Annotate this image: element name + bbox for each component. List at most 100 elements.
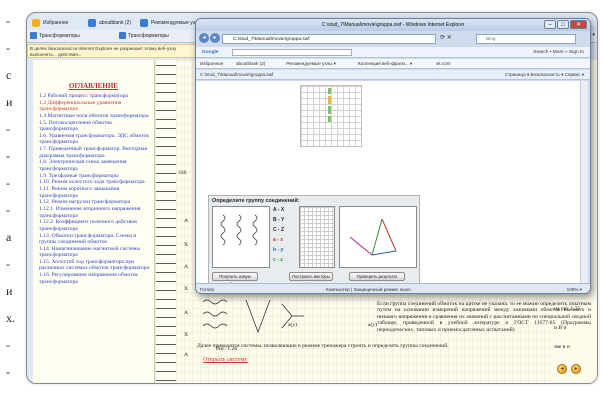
toc-item[interactable]: 1.15. Холостой ход трансформатора при ра… [33, 259, 154, 272]
tab-icon [88, 19, 96, 27]
book-marker: A [184, 264, 189, 270]
tab-icon [140, 19, 148, 27]
browser-tab[interactable]: Избранное [29, 16, 68, 30]
toc-item[interactable]: 1.10. Режим холостого хода трансформатор… [33, 179, 154, 185]
search-placeholder: Bing [486, 37, 496, 42]
vertical-scrollbar[interactable] [580, 81, 588, 283]
next-page-button[interactable]: ▸ [571, 364, 581, 374]
margin-char: - [6, 122, 10, 136]
tab-icon [32, 19, 40, 27]
toc-item[interactable]: 1.12.1. Изменение вторичного напряжения … [33, 206, 154, 219]
coil-icon [220, 214, 258, 246]
toc-item[interactable]: 1.11. Режим короткого замыкания трансфор… [33, 186, 154, 199]
toc-item[interactable]: 1.13. Обмотки трансформатора. Схемы и гр… [33, 233, 154, 246]
refresh-icon[interactable]: ⟳ ✕ [440, 34, 452, 41]
toc-list: 1.2 Рабочий процесс трансформатора 1.3 Ди… [33, 93, 154, 285]
ie-status-bar: Готово Компьютер | Защищенный режим: вык… [196, 283, 590, 293]
prev-page-button[interactable]: ◂ [557, 364, 567, 374]
toc-item[interactable]: 1.14. Намагничивание магнитной системы т… [33, 246, 154, 259]
browser-tab[interactable]: Рекомендуемые узлы [137, 16, 202, 30]
book-marker: A [184, 352, 189, 358]
figure-label-1: a(y) [288, 322, 298, 328]
google-search-input[interactable] [232, 49, 352, 56]
connection-label[interactable]: C - Z [273, 227, 284, 233]
connection-label[interactable]: A - X [273, 207, 284, 213]
favorites-item[interactable]: Рекомендуемые узлы ▾ [286, 59, 336, 69]
notebook-spiral [156, 60, 176, 383]
toc-item[interactable]: 1.8. Электрическая схема замещения транс… [33, 159, 154, 172]
page-icon [119, 32, 126, 39]
flash-grid[interactable] [300, 85, 362, 147]
book-marker: A [184, 218, 189, 224]
toc-heading: ОГЛАВЛЕНИЕ [69, 82, 118, 90]
favorites-item[interactable]: aboutblank (2) [236, 59, 265, 69]
toolbar-tab-1[interactable]: Трансформаторы [30, 32, 80, 39]
toc-item[interactable]: 1.3 Дифференциальные уравнения трансформ… [33, 100, 154, 113]
toc-item[interactable]: 1.2 Рабочий процесс трансформатора [33, 93, 154, 99]
build-vectors-button[interactable]: Построить векторы Y/Y→Y [289, 272, 333, 287]
book-paragraph: Если группа соединений обмоток на щитке … [377, 301, 591, 333]
phase-grid[interactable] [299, 206, 335, 268]
screenshot-frame: Избранное aboutblank (2) Рекомендуемые узл… [26, 12, 598, 384]
address-bar[interactable]: C:\stud_7\Manual\movie\gruppa.swf [222, 34, 436, 44]
connection-label[interactable]: B - Y [273, 217, 284, 223]
ie-window: C:\stud_7\Manual\movie\gruppa.swf - Wind… [195, 18, 591, 294]
zoom-level[interactable]: 100% ▾ [567, 284, 582, 293]
margin-char: и [6, 95, 13, 109]
toc-item[interactable]: 1.12. Режим нагрузки трансформатора [33, 199, 154, 205]
coil-box[interactable] [212, 206, 270, 268]
check-result-button[interactable]: Проверить результат [349, 272, 405, 281]
favorites-item[interactable]: Коллекция веб-фрагм... ▾ [358, 59, 412, 69]
google-right-links[interactable]: Search • More » Sign In [533, 47, 584, 58]
favorites-item[interactable]: Избранное [200, 59, 223, 69]
connection-label[interactable]: b - y [273, 247, 283, 253]
margin-char: а [6, 230, 12, 244]
page: - - с и - - - - а - и х. - - Избранное aboutblank (2) Р… [0, 0, 604, 416]
vector-diagram-svg [349, 218, 397, 256]
back-icon[interactable]: ◂ [199, 33, 209, 43]
ie-title: C:\stud_7\Manual\movie\gruppa.swf - Wind… [321, 22, 465, 28]
flash-grid-marks [328, 88, 331, 122]
margin-char: х. [6, 311, 15, 325]
favorites-item[interactable]: vk.com [436, 59, 451, 69]
open-system-link[interactable]: Открыть систему [203, 357, 247, 363]
margin-char: - [6, 203, 10, 217]
ie-title-bar: C:\stud_7\Manual\movie\gruppa.swf - Wind… [196, 19, 590, 31]
favorites-bar: Избранное aboutblank (2) Рекомендуемые узл… [196, 59, 590, 69]
connection-label[interactable]: a - x [273, 237, 283, 243]
winding-diagram [202, 299, 304, 334]
maximize-button[interactable]: □ [557, 20, 569, 29]
vector-diagram [339, 206, 417, 268]
browser-tab[interactable]: aboutblank (2) [85, 16, 131, 30]
ie-command-bar: C:\stud_7\Manual\movie\gruppa.swf Страни… [196, 70, 590, 80]
margin-char: с [6, 68, 12, 82]
toc-item[interactable]: 1.6. Уравнения трансформатора. ЭДС обмот… [33, 133, 154, 146]
new-winding-button[interactable]: Получить новую обмотку [212, 272, 258, 287]
toolbar-tab-2[interactable]: Трансформаторы [119, 32, 169, 39]
toc-item[interactable]: 1.5. Потокосцепления обмоток трансформат… [33, 120, 154, 133]
toc-item[interactable]: 1.12.2. Коэффициент полезного действия т… [33, 219, 154, 232]
minimize-button[interactable]: – [544, 20, 556, 29]
toc-item[interactable]: 1.7. Приведенный трансформатор. Векторна… [33, 146, 154, 159]
zone-text: Компьютер | Защищенный режим: выкл. [326, 287, 412, 292]
address-text: C:\stud_7\Manual\movie\gruppa.swf [233, 37, 310, 42]
margin-char: - [6, 41, 10, 55]
table-of-contents: ОГЛАВЛЕНИЕ 1.2 Рабочий процесс трансформ… [33, 60, 155, 383]
close-button[interactable]: ✕ [570, 20, 587, 29]
page-tab[interactable]: C:\stud_7\Manual\movie\gruppa.swf [200, 70, 273, 80]
command-menus[interactable]: Страница ▾ Безопасность ▾ Сервис ▾ [505, 70, 584, 80]
figure-label-2: a(y) [368, 322, 378, 328]
forward-icon[interactable]: ▸ [210, 33, 220, 43]
connection-label[interactable]: c - z [273, 257, 283, 263]
browser-tab-label: Избранное [43, 20, 69, 26]
browser-tab-label: aboutblank (2) [99, 20, 131, 26]
search-input[interactable]: Bing [476, 34, 576, 44]
book-marker: 330 [178, 170, 187, 176]
toc-item[interactable]: 1.16. Регулирование напряжения обмоток т… [33, 272, 154, 285]
security-infobar[interactable]: В целях безопасности Internet Explorer н… [27, 44, 203, 58]
toc-item[interactable]: 1.4 Магнитные поля обмоток трансформатор… [33, 113, 154, 119]
bottom-note: Далее приводятся системы, позволяющие в … [197, 343, 449, 349]
margin-char: - [6, 257, 10, 271]
book-marker: X [184, 242, 189, 248]
margin-char: - [6, 176, 10, 190]
